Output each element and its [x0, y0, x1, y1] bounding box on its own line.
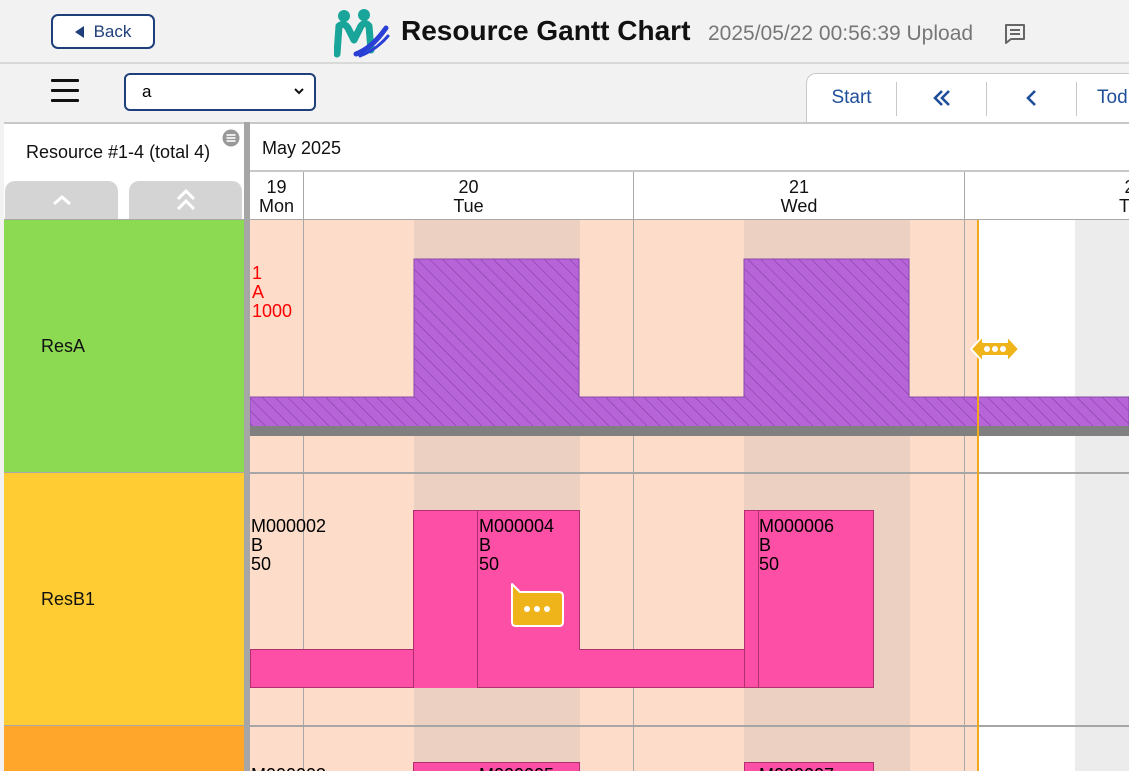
back-arrow-icon [74, 25, 84, 38]
upload-timestamp: 2025/05/22 00:56:39 Upload [708, 22, 974, 45]
comment-icon[interactable] [1004, 23, 1026, 45]
menu-icon[interactable] [51, 79, 79, 103]
task-label-m000006: M000006 B 50 [759, 516, 835, 574]
chevron-left-icon [1025, 90, 1036, 106]
more-options-icon[interactable] [509, 580, 565, 630]
day-header-cell: 19 Mon [258, 177, 294, 216]
resource-row-resb1[interactable]: ResB1 [4, 472, 244, 725]
double-chevron-up-icon [176, 188, 195, 211]
time-handle-icon[interactable] [967, 328, 1023, 370]
app-logo-icon [334, 9, 390, 58]
app-root: Back Resource Gantt Chart 2025/05/22 00:… [0, 0, 1129, 771]
toolbar: a Start Tod [0, 64, 1129, 123]
task-bar-m000002-peak[interactable] [413, 510, 478, 688]
gantt-area: May 2025 19Mon 20Tue 21Wed 2Th [250, 122, 1129, 771]
back-button-label: Back [93, 21, 132, 41]
row-divider [250, 472, 1129, 474]
current-time-line [977, 220, 979, 771]
task-label-m000004: M000004 B 50 [479, 516, 555, 574]
filter-icon[interactable] [222, 129, 240, 147]
resource-name: ResB1 [41, 588, 96, 609]
scroll-top-button[interactable] [129, 181, 242, 219]
resource-panel: Resource #1-4 (total 4) ResA ResB1 [4, 122, 246, 771]
timeline-nav: Start Tod [806, 73, 1129, 123]
resource-row-resa[interactable]: ResA [4, 219, 244, 472]
day-header-cell: 2Th [964, 172, 1129, 220]
day-header-cell: 21 Wed [633, 172, 964, 220]
nav-today-button[interactable]: Tod [1077, 74, 1129, 122]
gantt-body: 1 A 1000 M000002 B 50 M000004 B 50 M0000… [250, 220, 1129, 771]
nav-start-button[interactable]: Start [807, 74, 896, 122]
resa-capacity-label: 1 A 1000 [252, 263, 293, 321]
nav-fast-back-button[interactable] [897, 74, 986, 122]
resource-row-3[interactable] [4, 725, 244, 771]
scroll-up-button[interactable] [5, 181, 118, 219]
task-label-m000002: M000002 B 50 [251, 516, 327, 574]
task-label-m000007: M000007 [759, 766, 834, 771]
view-select-value: a [142, 82, 152, 101]
nav-back-button[interactable] [987, 74, 1076, 122]
row-divider [250, 725, 1129, 727]
day-header: 19Mon 20Tue 21Wed 2Th [250, 172, 1129, 220]
resource-count: Resource #1-4 (total 4) [26, 142, 211, 162]
chevron-up-icon [52, 195, 71, 206]
back-button[interactable]: Back [51, 14, 155, 49]
page-title: Resource Gantt Chart [401, 15, 691, 46]
chevron-down-icon [294, 88, 304, 95]
double-chevron-left-icon [932, 90, 950, 106]
month-header: May 2025 [250, 124, 1129, 172]
task-label-m000005: M000005 [479, 766, 554, 771]
task-bar-m000004-tail[interactable] [579, 649, 759, 688]
resa-base-bar [250, 426, 1129, 436]
task-label-m000003: M000003 [251, 766, 326, 771]
month-label: May 2025 [262, 138, 342, 158]
resource-name: ResA [41, 335, 86, 356]
day-header-cell: 20 Tue [303, 172, 633, 220]
view-select[interactable]: a [124, 73, 316, 111]
header-bar: Back Resource Gantt Chart 2025/05/22 00:… [0, 0, 1129, 64]
